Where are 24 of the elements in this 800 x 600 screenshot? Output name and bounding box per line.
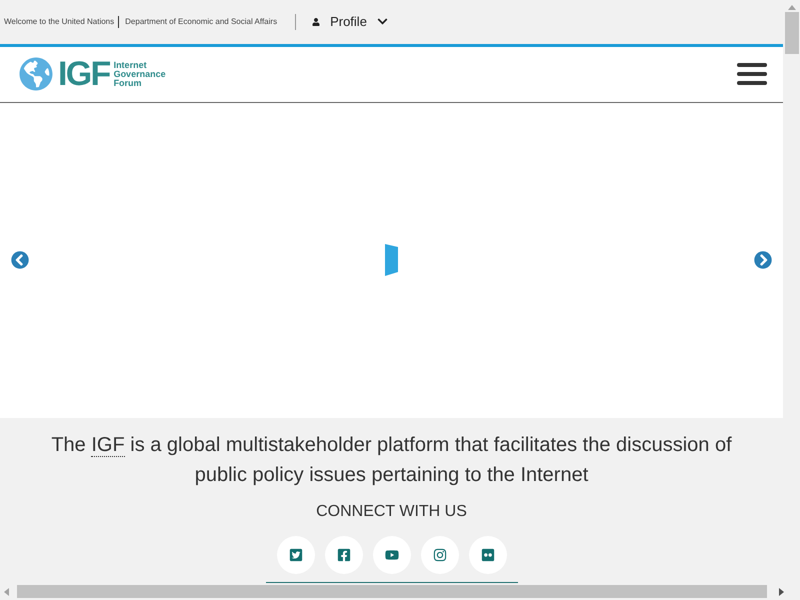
user-icon <box>312 18 320 26</box>
scroll-right-icon[interactable] <box>779 588 784 596</box>
top-link[interactable]: Department of Economic and Social Affairs <box>119 16 278 28</box>
social-link[interactable] <box>468 536 506 574</box>
facebook-icon <box>336 548 350 562</box>
instagram-icon <box>432 548 446 562</box>
youtube-icon <box>384 548 398 562</box>
top-link[interactable]: Welcome to the United Nations <box>4 16 120 28</box>
chevron-down-icon <box>376 16 388 28</box>
loading-icon <box>384 244 398 276</box>
social-link[interactable] <box>324 536 362 574</box>
next-icon[interactable] <box>754 251 772 270</box>
previous-icon[interactable] <box>11 251 29 270</box>
twitter-icon <box>288 548 302 562</box>
social-link[interactable] <box>276 536 314 574</box>
profile-button[interactable]: Profile <box>312 12 388 32</box>
social-link[interactable] <box>372 536 410 574</box>
scroll-thumb[interactable] <box>17 585 767 598</box>
connect-heading: CONNECT WITH US <box>316 502 467 522</box>
tagline: The IGF is a global multistakeholder platform that facilitates the discussion of public policy issues pertaining to the Internet <box>50 433 733 488</box>
menu-button[interactable] <box>737 61 767 88</box>
social-link[interactable] <box>420 536 458 574</box>
flickr-icon <box>480 548 494 562</box>
scroll-thumb[interactable] <box>784 12 798 54</box>
